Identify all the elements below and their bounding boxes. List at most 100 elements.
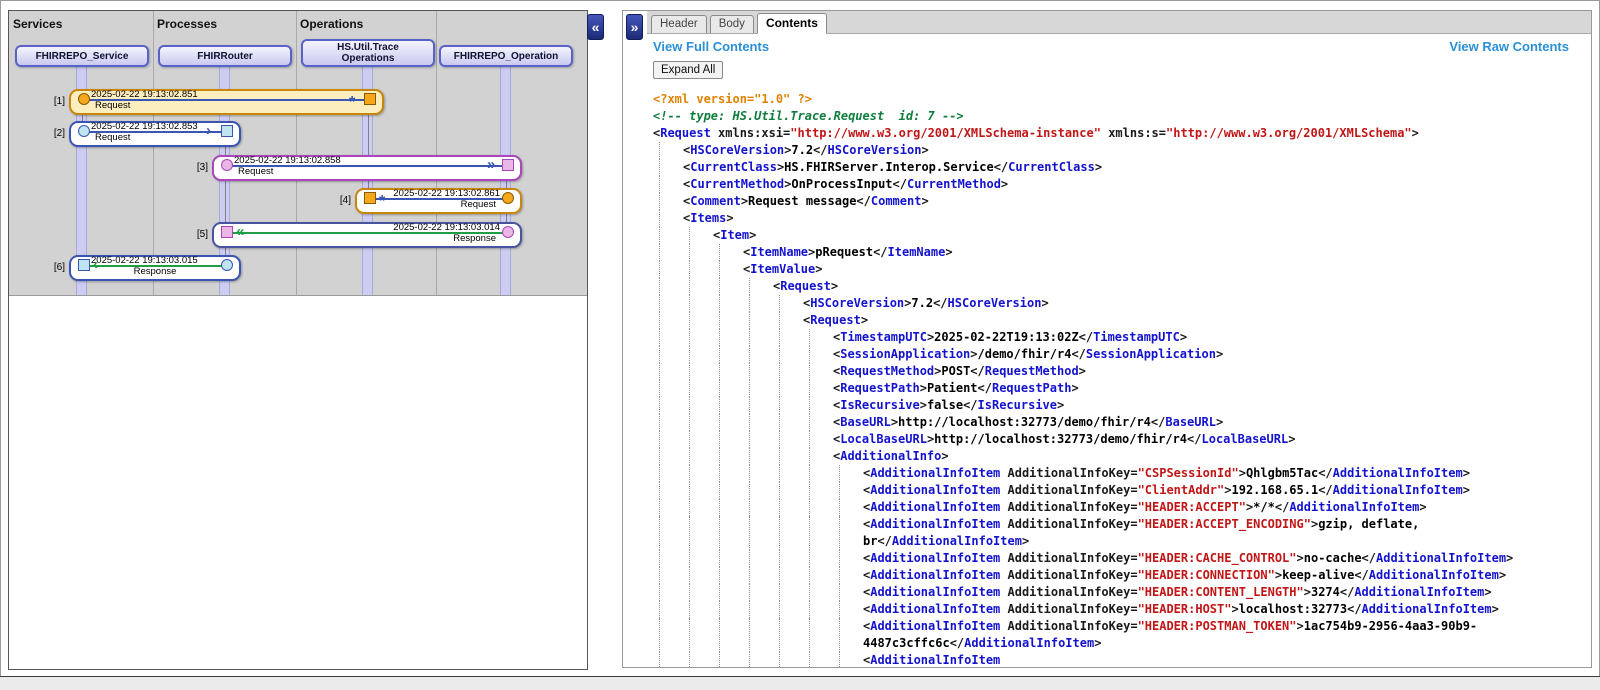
- xml-line: <Item>: [653, 227, 1556, 244]
- xml-line: <SessionApplication>/demo/fhir/r4</Sessi…: [653, 346, 1556, 363]
- message-target-node: [78, 259, 90, 271]
- column-separator: [296, 11, 297, 295]
- xml-line: <CurrentMethod>OnProcessInput</CurrentMe…: [653, 176, 1556, 193]
- message-index: [5]: [182, 229, 208, 240]
- column-title: Processes: [157, 17, 217, 31]
- xml-line: <BaseURL>http://localhost:32773/demo/fhi…: [653, 414, 1556, 431]
- xml-line: <LocalBaseURL>http://localhost:32773/dem…: [653, 431, 1556, 448]
- trace-message[interactable]: * 2025-02-22 19:13:02.861Request: [355, 188, 522, 214]
- message-timestamp: 2025-02-22 19:13:03.015: [91, 256, 198, 266]
- collapse-left-panel-button[interactable]: «: [587, 14, 604, 40]
- xml-line: <TimestampUTC>2025-02-22T19:13:02Z</Time…: [653, 329, 1556, 346]
- xml-line: <AdditionalInfoItem AdditionalInfoKey="H…: [653, 601, 1556, 618]
- xml-line: <Comment>Request message</Comment>: [653, 193, 1556, 210]
- message-label: Request: [461, 200, 496, 209]
- tab-body[interactable]: Body: [710, 15, 754, 33]
- lane-header: FHIRRouter: [158, 45, 292, 67]
- collapse-right-panel-button[interactable]: »: [626, 14, 643, 40]
- xml-line: <AdditionalInfoItem AdditionalInfoKey="C…: [653, 482, 1556, 499]
- xml-line: <AdditionalInfoItem AdditionalInfoKey="H…: [653, 584, 1556, 601]
- message-target-node: [364, 93, 376, 105]
- tab-contents[interactable]: Contents: [757, 13, 827, 34]
- message-index: [3]: [182, 162, 208, 173]
- xml-line: <AdditionalInfoItem AdditionalInfoKey="H…: [653, 499, 1556, 516]
- message-label: Response: [134, 267, 177, 276]
- message-source-node: [78, 125, 90, 137]
- message-source-node: [502, 226, 514, 238]
- lane-header: FHIRREPO_Service: [15, 45, 149, 67]
- arrow-head-icon: »: [487, 156, 495, 174]
- xml-line: <AdditionalInfo>: [653, 448, 1556, 465]
- xml-line: <Request>: [653, 312, 1556, 329]
- column-separator: [153, 11, 154, 295]
- xml-line: <AdditionalInfoItem AdditionalInfoKey="H…: [653, 567, 1556, 584]
- column-title: Operations: [300, 17, 363, 31]
- contents-panel: Header Body Contents View Full Contents …: [622, 10, 1592, 668]
- xml-line: <ItemName>pRequest</ItemName>: [653, 244, 1556, 261]
- message-index: [4]: [325, 195, 351, 206]
- column-title: Services: [13, 17, 62, 31]
- arrow-head-icon: *: [349, 94, 355, 112]
- xml-content: <?xml version="1.0" ?><!-- type: HS.Util…: [653, 91, 1556, 668]
- message-target-node: [502, 159, 514, 171]
- contents-toolbar: View Full Contents View Raw Contents: [653, 39, 1581, 57]
- trace-message[interactable]: « 2025-02-22 19:13:03.014Response: [212, 222, 522, 248]
- lane-header: HS.Util.Trace Operations: [301, 39, 435, 67]
- xml-line: <Request xmlns:xsi="http://www.w3.org/20…: [653, 125, 1556, 142]
- contents-view: View Full Contents View Raw Contents Exp…: [647, 34, 1591, 667]
- message-index: [1]: [39, 96, 65, 107]
- message-index: [2]: [39, 128, 65, 139]
- message-target-node: [221, 226, 233, 238]
- arrow-head-icon: ›: [206, 122, 211, 140]
- xml-line: <HSCoreVersion>7.2</HSCoreVersion>: [653, 295, 1556, 312]
- message-timestamp: 2025-02-22 19:13:02.861: [393, 189, 500, 199]
- xml-line: <RequestPath>Patient</RequestPath>: [653, 380, 1556, 397]
- tab-bar: Header Body Contents: [647, 11, 1591, 34]
- message-target-node: [221, 125, 233, 137]
- xml-line: <CurrentClass>HS.FHIRServer.Interop.Serv…: [653, 159, 1556, 176]
- xml-line: <RequestMethod>POST</RequestMethod>: [653, 363, 1556, 380]
- message-source-node: [221, 159, 233, 171]
- visual-trace-page: { "window": { "collapse_left": "«", "col…: [0, 0, 1600, 690]
- xml-line: <AdditionalInfoItem AdditionalInfoKey="C…: [653, 465, 1556, 482]
- tab-header[interactable]: Header: [651, 15, 707, 33]
- arrow-head-icon: *: [379, 193, 385, 211]
- message-timestamp: 2025-02-22 19:13:02.853: [91, 122, 198, 132]
- message-label: Response: [453, 234, 496, 243]
- view-full-contents-link[interactable]: View Full Contents: [653, 39, 769, 54]
- message-timestamp: 2025-02-22 19:13:03.014: [393, 223, 500, 233]
- message-label: Request: [95, 133, 130, 142]
- xml-line: <Request>: [653, 278, 1556, 295]
- message-source-node: [221, 259, 233, 271]
- xml-line: <!-- type: HS.Util.Trace.Request id: 7 -…: [653, 108, 1556, 125]
- trace-message[interactable]: › 2025-02-22 19:13:02.853Request: [69, 121, 241, 147]
- message-timestamp: 2025-02-22 19:13:02.858: [234, 156, 341, 166]
- bottom-bar: [0, 676, 1600, 690]
- xml-line: <Items>: [653, 210, 1556, 227]
- trace-panel: Services Processes Operations FHIRREPO_Serv…: [8, 10, 588, 670]
- trace-message[interactable]: ‹2025-02-22 19:13:03.015Response: [69, 255, 241, 281]
- xml-line: <HSCoreVersion>7.2</HSCoreVersion>: [653, 142, 1556, 159]
- xml-line: <AdditionalInfoItem AdditionalInfoKey="H…: [653, 618, 1556, 652]
- message-label: Request: [95, 101, 130, 110]
- xml-line: <ItemValue>: [653, 261, 1556, 278]
- view-raw-contents-link[interactable]: View Raw Contents: [1449, 39, 1569, 54]
- call-stack-line: [225, 177, 226, 222]
- xml-line: <IsRecursive>false</IsRecursive>: [653, 397, 1556, 414]
- xml-line: <AdditionalInfoItem AdditionalInfoKey="H…: [653, 516, 1556, 550]
- message-source-node: [502, 192, 514, 204]
- message-index: [6]: [39, 262, 65, 273]
- column-separator: [436, 11, 437, 295]
- lane-header: FHIRREPO_Operation: [439, 45, 573, 67]
- trace-message[interactable]: * 2025-02-22 19:13:02.851Request: [69, 89, 384, 115]
- arrow-head-icon: «: [236, 223, 244, 241]
- message-source-node: [78, 93, 90, 105]
- xml-line: <AdditionalInfoItem: [653, 652, 1556, 668]
- expand-all-button[interactable]: Expand All: [653, 61, 723, 79]
- xml-line: <?xml version="1.0" ?>: [653, 91, 1556, 108]
- trace-diagram: Services Processes Operations FHIRREPO_Serv…: [9, 11, 587, 296]
- message-timestamp: 2025-02-22 19:13:02.851: [91, 90, 198, 100]
- xml-line: <AdditionalInfoItem AdditionalInfoKey="H…: [653, 550, 1556, 567]
- message-target-node: [364, 192, 376, 204]
- trace-message[interactable]: »2025-02-22 19:13:02.858Request: [212, 155, 522, 181]
